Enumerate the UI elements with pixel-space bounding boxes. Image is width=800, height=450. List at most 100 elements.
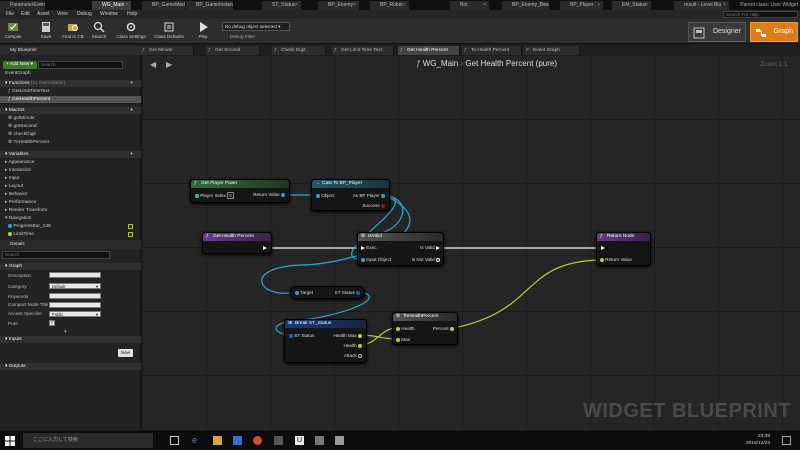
graph-item-eventgraph[interactable]: EventGraph xyxy=(0,70,141,77)
variable-category[interactable]: ▸ Behavior xyxy=(0,191,141,198)
variable-item[interactable]: ProgressBar_138 xyxy=(0,223,141,230)
graph-back-icon[interactable]: ◀ xyxy=(150,60,156,69)
add-new-button[interactable]: + Add New ▾ xyxy=(3,61,37,69)
pin-health-in[interactable]: Health xyxy=(396,326,415,331)
document-tab[interactable]: BP_Robot × xyxy=(370,1,410,10)
menu-asset[interactable]: Asset xyxy=(37,10,50,19)
tab-event-graph[interactable]: ≡ Event Graph xyxy=(524,46,580,55)
pure-checkbox[interactable]: ✓ xyxy=(49,320,55,326)
eye-toggle-icon[interactable] xyxy=(128,232,133,237)
function-item-selected[interactable]: ƒ GetHealthPercent xyxy=(0,96,141,103)
node-get-player-pawn[interactable]: ƒ Get Player Pawn Player Index 0 Return V… xyxy=(190,179,290,203)
pin-is-valid[interactable]: Is Valid xyxy=(420,245,440,250)
my-blueprint-search-input[interactable]: Search xyxy=(38,61,123,69)
description-input[interactable] xyxy=(49,272,101,278)
eye-toggle-icon[interactable] xyxy=(128,224,133,229)
variable-category[interactable]: ▸ Performance xyxy=(0,199,141,206)
node-return[interactable]: ƒ Return Node Return Value xyxy=(596,232,651,266)
close-icon[interactable]: × xyxy=(295,1,298,10)
pin-return-value[interactable]: Return Value xyxy=(600,257,632,262)
node-get-health-percent[interactable]: ƒ Get Health Percent xyxy=(202,232,272,254)
menu-window[interactable]: Window xyxy=(100,10,118,19)
pin-health-max[interactable]: Health Max xyxy=(333,333,362,338)
document-tab[interactable]: BP_Enemy × xyxy=(318,1,360,10)
unreal-engine-icon[interactable]: U xyxy=(295,436,304,445)
close-icon[interactable]: × xyxy=(483,1,486,10)
pin-st-status-out[interactable]: ST Status xyxy=(335,290,360,295)
play-button[interactable]: Play xyxy=(193,20,213,43)
menu-edit[interactable]: Edit xyxy=(21,10,30,19)
graph-mode-button[interactable]: Graph xyxy=(750,22,798,42)
app-icon[interactable] xyxy=(274,436,283,445)
compile-button[interactable]: Compile xyxy=(2,20,24,43)
pin-input-object[interactable]: Input Object xyxy=(361,257,391,262)
my-blueprint-tab[interactable]: My Blueprint xyxy=(0,46,141,55)
document-tab[interactable]: BP_GameMode × xyxy=(142,1,186,10)
explorer-icon[interactable] xyxy=(213,436,222,445)
task-view-icon[interactable] xyxy=(170,436,179,445)
windows-start-icon[interactable] xyxy=(5,436,15,446)
pin-exec-in[interactable]: Exec xyxy=(361,245,377,250)
variable-category[interactable]: ▸ Appearance xyxy=(0,159,141,166)
pin-object[interactable]: Object xyxy=(316,193,335,198)
tab-get-health-percent[interactable]: ƒ Get Health Percent xyxy=(398,46,460,55)
photos-icon[interactable] xyxy=(335,436,344,445)
close-icon[interactable]: × xyxy=(39,1,42,10)
pin-health[interactable]: Health xyxy=(343,343,362,348)
details-inputs-section[interactable]: ▾ Inputs xyxy=(0,336,141,343)
menu-view[interactable]: View xyxy=(57,10,68,19)
compact-node-title-input[interactable] xyxy=(49,302,101,308)
details-graph-section[interactable]: ▾ Graph xyxy=(0,263,141,270)
document-tab[interactable]: BP_Player × xyxy=(560,1,604,10)
graph-forward-icon[interactable]: ▶ xyxy=(166,60,172,69)
document-tab[interactable]: Bot × xyxy=(450,1,490,10)
pin-exec-out[interactable] xyxy=(263,245,267,250)
details-outputs-section[interactable]: ▾ Outputs xyxy=(0,363,141,370)
tab-get-second[interactable]: ƒ Get Second xyxy=(206,46,260,55)
notification-icon[interactable] xyxy=(782,436,791,445)
class-settings-button[interactable]: Class Settings xyxy=(113,20,149,43)
edge-icon[interactable]: e xyxy=(192,436,201,445)
find-in-cb-button[interactable]: Find in CB xyxy=(60,20,86,43)
document-tab[interactable]: WG_Main × xyxy=(92,1,132,10)
keywords-input[interactable] xyxy=(49,293,101,299)
close-icon[interactable]: × xyxy=(353,1,356,10)
close-icon[interactable]: × xyxy=(543,1,546,10)
store-icon[interactable] xyxy=(233,436,242,445)
app-icon[interactable] xyxy=(315,436,324,445)
close-icon[interactable]: × xyxy=(597,1,600,10)
document-tab[interactable]: BP_Enemy_Boss × xyxy=(502,1,550,10)
node-break-st-status[interactable]: ⊞ Break ST_Status ST Status Health Max He… xyxy=(284,319,367,363)
close-icon[interactable]: × xyxy=(403,1,406,10)
pin-player-index[interactable]: Player Index 0 xyxy=(195,192,234,199)
macro-item[interactable]: ⚙ checkDigit xyxy=(0,131,141,138)
pin-attack[interactable]: Attack xyxy=(344,353,362,358)
search-button[interactable]: Search xyxy=(88,20,110,43)
function-item[interactable]: ƒ GetLimitTimeText xyxy=(0,88,141,95)
pin-is-not-valid[interactable]: Is Not Valid xyxy=(412,257,440,262)
variable-item[interactable]: LimitTime xyxy=(0,231,141,238)
macro-item[interactable]: ⚙ getMinute xyxy=(0,115,141,122)
variables-header[interactable]: ▾ Variables + xyxy=(0,151,141,158)
pin-return-value[interactable]: Return Value xyxy=(253,192,285,197)
macro-item[interactable]: ⚙ getSecond xyxy=(0,123,141,130)
pin-as-bp-player[interactable]: As BP Player xyxy=(353,193,385,198)
pin-target[interactable]: Target xyxy=(295,290,313,295)
new-input-button[interactable]: New xyxy=(118,349,133,357)
menu-help[interactable]: Help xyxy=(127,10,137,19)
tab-to-health-percent[interactable]: ƒ To Health Percent xyxy=(462,46,522,55)
details-search-input[interactable]: Search xyxy=(2,251,110,259)
add-variable-icon[interactable]: + xyxy=(130,151,133,158)
tab-get-minute[interactable]: ƒ Get Minute xyxy=(140,46,194,55)
taskbar-search-input[interactable]: ここに入力して検索 xyxy=(23,433,153,448)
variable-category[interactable]: ▾ Navigation xyxy=(0,215,141,222)
variable-category[interactable]: ▸ Interaction xyxy=(0,167,141,174)
node-get-st-status[interactable]: Target ST Status xyxy=(290,286,365,299)
node-is-valid[interactable]: ⚙ IsValid Exec Input Object Is Valid Is N… xyxy=(357,232,444,266)
close-icon[interactable]: × xyxy=(645,1,648,10)
menu-file[interactable]: File xyxy=(6,10,14,19)
document-tab[interactable]: ParameterEvent × xyxy=(0,1,46,10)
menu-debug[interactable]: Debug xyxy=(77,10,92,19)
class-defaults-button[interactable]: Class Defaults xyxy=(151,20,187,43)
node-cast-to-bp-player[interactable]: → Cast To BP_Player Object As BP Player S… xyxy=(311,179,390,211)
